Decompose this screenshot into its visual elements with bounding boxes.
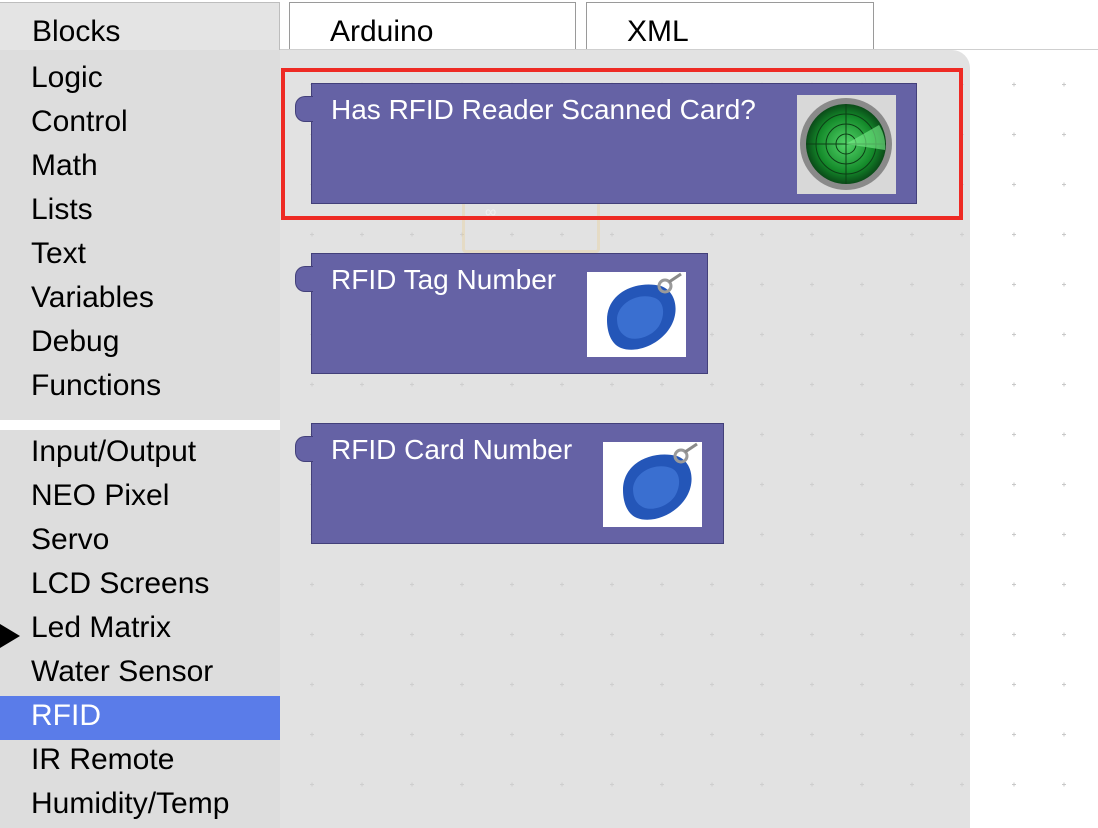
block-rfid-card-number[interactable]: RFID Card Number <box>295 423 724 544</box>
workspace-grid <box>1012 82 1066 787</box>
toolbox-item-debug[interactable]: Debug <box>0 322 280 366</box>
output-connector <box>295 266 313 292</box>
output-connector <box>295 436 313 462</box>
tab-arduino[interactable]: Arduino <box>289 2 576 50</box>
block-label: RFID Tag Number <box>331 264 557 295</box>
toolbox-item-humidity-temp[interactable]: Humidity/Temp <box>0 784 280 828</box>
tab-blocks[interactable]: Blocks <box>0 2 280 50</box>
toolbox-item-lcd-screens[interactable]: LCD Screens <box>0 564 280 608</box>
rfid-keyfob-icon <box>603 442 702 527</box>
toolbox-item-rfid[interactable]: RFID <box>0 696 280 740</box>
toolbox-separator <box>0 420 280 430</box>
toolbox-item-lists[interactable]: Lists <box>0 190 280 234</box>
block-rfid-tag-number[interactable]: RFID Tag Number <box>295 253 708 374</box>
toolbox-item-logic[interactable]: Logic <box>0 58 280 102</box>
highlight-box <box>281 68 963 220</box>
toolbox-item-led-matrix[interactable]: Led Matrix <box>0 608 280 652</box>
workspace[interactable] <box>970 50 1098 828</box>
toolbox-item-input-output[interactable]: Input/Output <box>0 432 280 476</box>
toolbox-item-neo-pixel[interactable]: NEO Pixel <box>0 476 280 520</box>
block-label: RFID Card Number <box>331 434 573 465</box>
toolbox-item-functions[interactable]: Functions <box>0 366 280 410</box>
toolbox-item-water-sensor[interactable]: Water Sensor <box>0 652 280 696</box>
tab-xml[interactable]: XML <box>586 2 874 50</box>
tab-blocks-label: Blocks <box>32 15 121 48</box>
toolbox-item-math[interactable]: Math <box>0 146 280 190</box>
tab-xml-label: XML <box>627 15 689 48</box>
tab-arduino-label: Arduino <box>330 15 434 48</box>
rfid-keyfob-icon <box>587 272 686 357</box>
toolbox-item-text[interactable]: Text <box>0 234 280 278</box>
toolbox-item-variables[interactable]: Variables <box>0 278 280 322</box>
toolbox-item-ir-remote[interactable]: IR Remote <box>0 740 280 784</box>
toolbox: Logic Control Math Lists Text Variables … <box>0 50 280 828</box>
toolbox-item-servo[interactable]: Servo <box>0 520 280 564</box>
toolbox-item-control[interactable]: Control <box>0 102 280 146</box>
